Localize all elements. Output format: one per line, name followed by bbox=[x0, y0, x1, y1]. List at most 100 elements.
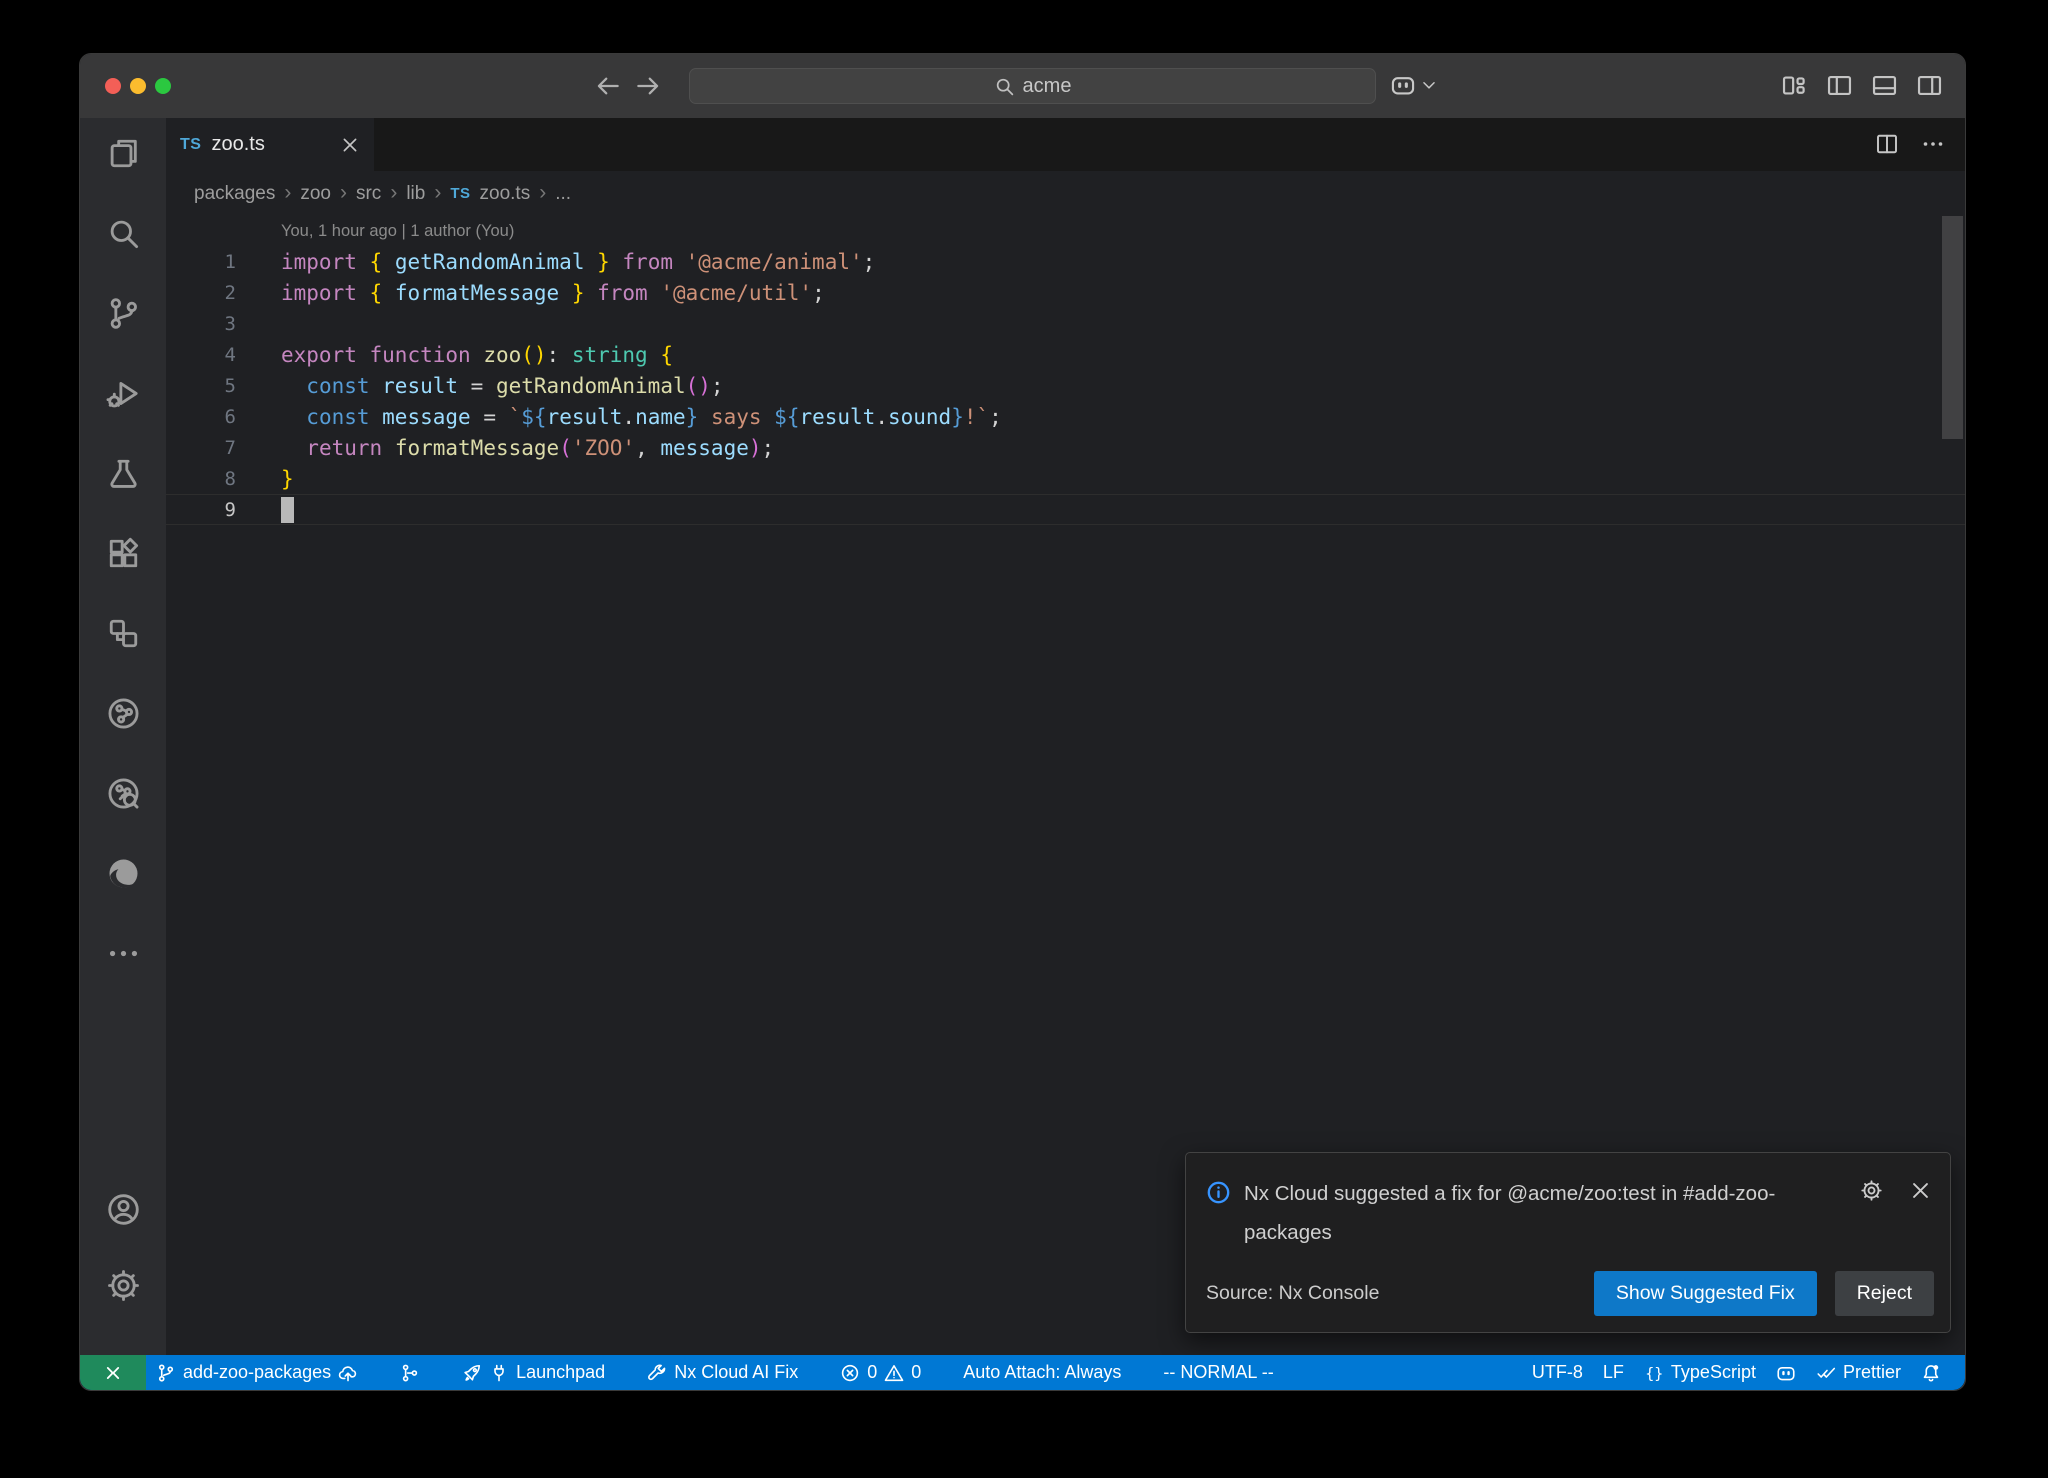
code-token: result bbox=[382, 374, 458, 398]
more-actions-icon[interactable] bbox=[1921, 132, 1945, 156]
more-icon bbox=[106, 936, 141, 971]
search-icon bbox=[994, 76, 1015, 97]
editor-scrollbar[interactable] bbox=[1942, 216, 1963, 439]
window-maximize-button[interactable] bbox=[155, 78, 171, 94]
status-item-language[interactable]: {}TypeScript bbox=[1634, 1355, 1766, 1390]
settings-gear-icon bbox=[106, 1268, 141, 1303]
activity-item-linked-editors[interactable] bbox=[98, 608, 148, 658]
layout-customize-icon[interactable] bbox=[1781, 72, 1808, 99]
status-item-branch[interactable]: add-zoo-packages bbox=[146, 1355, 368, 1390]
code-line-8[interactable]: 8} bbox=[166, 463, 1965, 494]
code-line-6[interactable]: 6 const message = `${result.name} says $… bbox=[166, 401, 1965, 432]
code-token: ${ bbox=[774, 405, 799, 429]
code-token: ; bbox=[762, 436, 775, 460]
activity-item-run-debug[interactable] bbox=[98, 368, 148, 418]
code-token: } bbox=[559, 281, 584, 305]
svg-text:{}: {} bbox=[1645, 1364, 1663, 1382]
layout-controls bbox=[1781, 72, 1943, 99]
status-item-formatter[interactable]: Prettier bbox=[1806, 1355, 1911, 1390]
code-lines: 1import { getRandomAnimal } from '@acme/… bbox=[166, 246, 1965, 525]
status-item-nx-cloud-ai-fix[interactable]: Nx Cloud AI Fix bbox=[637, 1355, 808, 1390]
auto-attach-label: Auto Attach: Always bbox=[963, 1362, 1121, 1383]
status-item-notifications-bell[interactable] bbox=[1911, 1355, 1951, 1390]
code-token: = bbox=[471, 405, 509, 429]
window-minimize-button[interactable] bbox=[130, 78, 146, 94]
reject-button[interactable]: Reject bbox=[1835, 1271, 1934, 1316]
activity-item-extensions[interactable] bbox=[98, 528, 148, 578]
breadcrumb-item-zoo[interactable]: zoo bbox=[300, 183, 331, 205]
split-editor-icon[interactable] bbox=[1875, 132, 1899, 156]
code-token: formatMessage bbox=[395, 436, 559, 460]
activity-item-edge-browser[interactable] bbox=[98, 848, 148, 898]
code-content: import { formatMessage } from '@acme/uti… bbox=[281, 281, 825, 305]
code-content: export function zoo(): string { bbox=[281, 343, 673, 367]
code-token: '@acme/animal' bbox=[686, 250, 863, 274]
tab-zoo-ts[interactable]: TS zoo.ts bbox=[166, 118, 374, 171]
activity-item-more[interactable] bbox=[98, 928, 148, 978]
activity-item-nx-console[interactable] bbox=[98, 688, 148, 738]
code-line-5[interactable]: 5 const result = getRandomAnimal(); bbox=[166, 370, 1965, 401]
notification-close-icon[interactable] bbox=[1909, 1179, 1932, 1202]
copilot-menu[interactable] bbox=[1390, 72, 1438, 98]
panel-bottom-icon[interactable] bbox=[1871, 72, 1898, 99]
code-token: string bbox=[572, 343, 648, 367]
code-token: ; bbox=[989, 405, 1002, 429]
forward-arrow-icon[interactable] bbox=[634, 72, 662, 100]
tab-close-icon[interactable] bbox=[340, 135, 360, 155]
breadcrumb-item-packages[interactable]: packages bbox=[194, 183, 275, 205]
status-item-copilot-status[interactable] bbox=[1766, 1355, 1806, 1390]
activity-item-account[interactable] bbox=[98, 1184, 148, 1234]
notification-header: Nx Cloud suggested a fix for @acme/zoo:t… bbox=[1206, 1174, 1840, 1252]
status-item-git-graph[interactable] bbox=[390, 1355, 430, 1390]
activity-item-search[interactable] bbox=[98, 208, 148, 258]
activity-bar-bottom bbox=[98, 1184, 148, 1355]
codelens-blame[interactable]: You, 1 hour ago | 1 author (You) bbox=[166, 216, 1965, 246]
breadcrumb-item-src[interactable]: src bbox=[356, 183, 381, 205]
breadcrumb-separator-icon: › bbox=[434, 181, 441, 205]
code-token bbox=[281, 436, 306, 460]
code-content: } bbox=[281, 467, 294, 491]
activity-item-testing[interactable] bbox=[98, 448, 148, 498]
code-line-9[interactable]: 9 bbox=[166, 494, 1965, 525]
activity-item-explorer[interactable] bbox=[98, 128, 148, 178]
code-token: formatMessage bbox=[395, 281, 559, 305]
git-graph-icon bbox=[400, 1363, 420, 1383]
command-center-search[interactable]: acme bbox=[689, 68, 1376, 104]
status-item-vim-mode[interactable]: -- NORMAL -- bbox=[1153, 1355, 1283, 1390]
breadcrumb-item-file[interactable]: zoo.ts bbox=[480, 183, 531, 205]
status-item-problems[interactable]: 00 bbox=[830, 1355, 931, 1390]
code-content bbox=[281, 497, 294, 523]
code-token: } bbox=[951, 405, 964, 429]
typescript-file-icon: TS bbox=[450, 185, 470, 202]
show-suggested-fix-button[interactable]: Show Suggested Fix bbox=[1594, 1271, 1817, 1316]
code-line-1[interactable]: 1import { getRandomAnimal } from '@acme/… bbox=[166, 246, 1965, 277]
code-token bbox=[281, 405, 306, 429]
remote-indicator[interactable] bbox=[80, 1355, 146, 1390]
sidebar-right-icon[interactable] bbox=[1916, 72, 1943, 99]
notification-gear-icon[interactable] bbox=[1860, 1179, 1883, 1202]
activity-item-nx-cloud[interactable] bbox=[98, 768, 148, 818]
sidebar-left-icon[interactable] bbox=[1826, 72, 1853, 99]
activity-item-source-control[interactable] bbox=[98, 288, 148, 338]
code-line-7[interactable]: 7 return formatMessage('ZOO', message); bbox=[166, 432, 1965, 463]
code-line-2[interactable]: 2 import { formatMessage } from '@acme/ut… bbox=[166, 277, 1965, 308]
status-item-eol[interactable]: LF bbox=[1593, 1355, 1634, 1390]
status-item-launchpad[interactable]: Launchpad bbox=[452, 1355, 615, 1390]
status-item-auto-attach[interactable]: Auto Attach: Always bbox=[953, 1355, 1131, 1390]
activity-item-settings-gear[interactable] bbox=[98, 1260, 148, 1310]
source-control-icon bbox=[106, 296, 141, 331]
code-token: ; bbox=[711, 374, 724, 398]
back-arrow-icon[interactable] bbox=[594, 72, 622, 100]
status-item-encoding[interactable]: UTF-8 bbox=[1522, 1355, 1593, 1390]
extensions-icon bbox=[106, 536, 141, 571]
window-close-button[interactable] bbox=[105, 78, 121, 94]
code-line-4[interactable]: 4export function zoo(): string { bbox=[166, 339, 1965, 370]
code-token: sound bbox=[888, 405, 951, 429]
line-number: 2 bbox=[166, 282, 236, 304]
code-line-3[interactable]: 3 bbox=[166, 308, 1965, 339]
breadcrumb-item-lib[interactable]: lib bbox=[406, 183, 425, 205]
breadcrumb-overflow[interactable]: ... bbox=[555, 183, 571, 205]
chevron-down-icon bbox=[1420, 76, 1438, 94]
code-token: { bbox=[370, 281, 395, 305]
code-token: import bbox=[281, 281, 370, 305]
